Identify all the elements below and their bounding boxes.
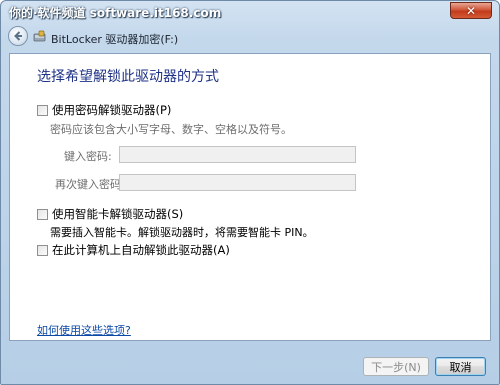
close-button[interactable]: ✕ <box>450 2 492 19</box>
back-arrow-icon <box>14 31 22 41</box>
content-panel: 选择希望解锁此驱动器的方式 使用密码解锁驱动器(P) 密码应该包含大小写字母、数… <box>9 53 491 341</box>
auto-unlock-option-row[interactable]: 在此计算机上自动解锁此驱动器(A) <box>37 242 230 258</box>
auto-unlock-option-label[interactable]: 在此计算机上自动解锁此驱动器(A) <box>52 242 230 258</box>
back-button[interactable] <box>8 26 28 46</box>
smartcard-option-row[interactable]: 使用智能卡解锁驱动器(S) <box>37 206 183 222</box>
auto-unlock-checkbox[interactable] <box>37 244 48 256</box>
help-link[interactable]: 如何使用这些选项? <box>37 322 131 338</box>
window-title: BitLocker 驱动器加密(F:) <box>51 33 179 46</box>
cancel-button[interactable]: 取消 <box>435 357 486 376</box>
watermark-text: 你的·软件频道 software.it168.com <box>9 6 222 20</box>
title-bar[interactable]: 你的·软件频道 software.it168.com ✕ <box>1 1 499 23</box>
smartcard-checkbox[interactable] <box>37 208 48 220</box>
password-hint: 密码应该包含大小写字母、数字、空格以及符号。 <box>50 123 292 136</box>
bitlocker-icon <box>33 30 46 42</box>
reenter-password-field[interactable] <box>119 174 356 191</box>
cancel-button-label: 取消 <box>449 360 472 374</box>
navigation-bar: BitLocker 驱动器加密(F:) <box>1 23 499 53</box>
dialog-window: 你的·软件频道 software.it168.com ✕ BitLocker 驱… <box>0 0 500 385</box>
reenter-password-label: 再次键入密码: <box>55 178 125 191</box>
enter-password-field[interactable] <box>119 146 356 163</box>
enter-password-label: 键入密码: <box>64 150 112 163</box>
page-heading: 选择希望解锁此驱动器的方式 <box>37 69 219 85</box>
password-option-row[interactable]: 使用密码解锁驱动器(P) <box>37 102 171 118</box>
smartcard-option-label[interactable]: 使用智能卡解锁驱动器(S) <box>52 206 183 222</box>
close-icon: ✕ <box>465 3 477 18</box>
password-option-label[interactable]: 使用密码解锁驱动器(P) <box>52 102 171 118</box>
password-checkbox[interactable] <box>37 104 48 116</box>
next-button-label: 下一步(N) <box>371 360 421 374</box>
next-button[interactable]: 下一步(N) <box>363 357 429 376</box>
smartcard-description: 需要插入智能卡。解锁驱动器时，将需要智能卡 PIN。 <box>50 226 314 239</box>
